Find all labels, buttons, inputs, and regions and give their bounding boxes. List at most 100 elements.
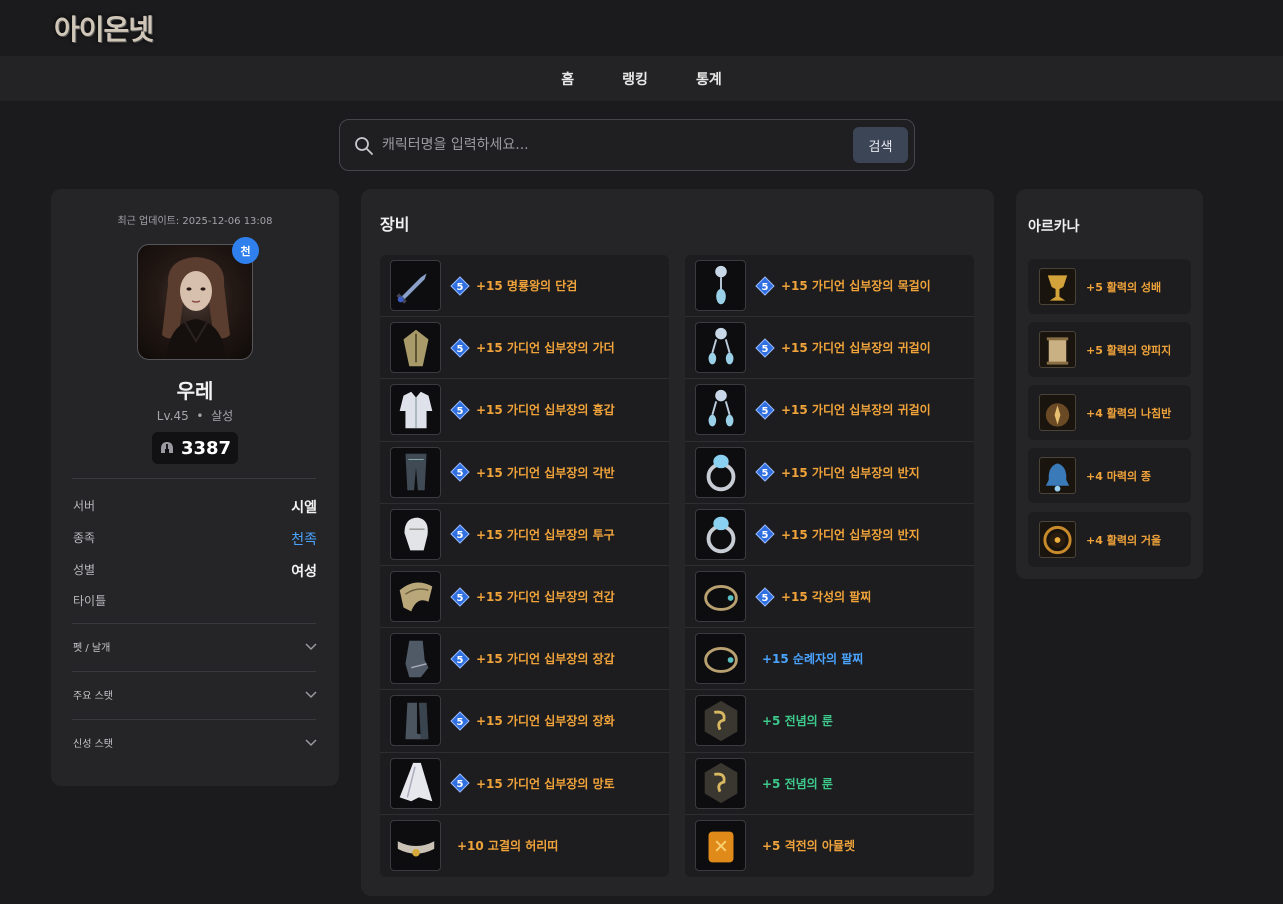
equipment-item-icon bbox=[390, 384, 441, 436]
arcana-panel: 아르카나 +5 활력의 성배 +5 활력의 양피지 +4 활력의 나침반 +4 마력의… bbox=[1016, 189, 1203, 579]
arcana-item[interactable]: +4 활력의 거울 bbox=[1028, 512, 1191, 567]
equipment-slot[interactable]: 5 +15 가디언 십부장의 반지 bbox=[685, 442, 974, 504]
info-label: 서버 bbox=[73, 499, 96, 513]
equipment-item-icon bbox=[390, 322, 441, 374]
info-label: 종족 bbox=[73, 531, 96, 545]
equipment-slot[interactable]: 5 +15 각성의 팔찌 bbox=[685, 566, 974, 629]
equipment-slot[interactable]: 5 +15 가디언 십부장의 각반 bbox=[380, 442, 669, 504]
equipment-item-name: +15 가디언 십부장의 귀걸이 bbox=[781, 403, 931, 418]
enchant-badge-icon: 5 bbox=[450, 773, 470, 793]
info-row-gender: 성별 여성 bbox=[73, 561, 317, 581]
arcana-item[interactable]: +4 활력의 나침반 bbox=[1028, 385, 1191, 440]
site-logo[interactable]: 아이온넷 bbox=[54, 8, 154, 48]
equipment-item-name: +15 가디언 십부장의 가더 bbox=[476, 341, 615, 356]
equipment-item-icon bbox=[390, 820, 441, 872]
accordion-main-stats[interactable]: 주요 스탯 bbox=[73, 687, 317, 702]
combat-power-badge: 3387 bbox=[152, 432, 238, 464]
equipment-slot[interactable]: 5 +15 가디언 십부장의 장갑 bbox=[380, 628, 669, 691]
equipment-slot[interactable]: 5 +15 가디언 십부장의 가더 bbox=[380, 317, 669, 380]
equipment-item-name: +5 전념의 룬 bbox=[762, 776, 833, 791]
equipment-panel: 장비 5 +15 명룡왕의 단검 5 +15 가디언 십부장의 가더 5 +15 가디언 … bbox=[361, 189, 994, 896]
necklace-icon bbox=[714, 265, 727, 304]
equipment-slot[interactable]: 5 +15 가디언 십부장의 반지 bbox=[685, 504, 974, 566]
equipment-slot[interactable]: 5 +15 가디언 십부장의 투구 bbox=[380, 504, 669, 566]
nav-item-stats[interactable]: 통계 bbox=[696, 69, 722, 89]
arcana-item[interactable]: +4 마력의 종 bbox=[1028, 448, 1191, 503]
enchant-badge-icon: 5 bbox=[755, 524, 775, 545]
equipment-slot[interactable]: 5 +15 가디언 십부장의 귀걸이 bbox=[685, 379, 974, 442]
helmet-icon bbox=[403, 518, 428, 551]
equipment-item-name: +15 가디언 십부장의 각반 bbox=[476, 465, 615, 480]
svg-text:5: 5 bbox=[457, 779, 464, 790]
equipment-item-name: +5 전념의 룬 bbox=[762, 714, 833, 729]
equipment-item-icon bbox=[695, 695, 746, 747]
leg-armor-icon bbox=[404, 453, 427, 491]
equipment-slot[interactable]: +15 순례자의 팔찌 bbox=[685, 628, 974, 691]
equipment-item-name: +15 가디언 십부장의 반지 bbox=[781, 527, 920, 542]
divider bbox=[72, 623, 316, 624]
rune-icon bbox=[704, 762, 737, 804]
compass-icon bbox=[1045, 402, 1070, 427]
search-button[interactable]: 검색 bbox=[853, 127, 908, 163]
equipment-slot[interactable]: +5 전념의 룬 bbox=[685, 690, 974, 753]
equipment-slot[interactable]: 5 +15 명룡왕의 단검 bbox=[380, 255, 669, 318]
divider bbox=[72, 671, 316, 672]
equipment-slot[interactable]: 5 +15 가디언 십부장의 장화 bbox=[380, 690, 669, 753]
combat-power-value: 3387 bbox=[180, 437, 232, 459]
equipment-slot[interactable]: 5 +15 가디언 십부장의 목걸이 bbox=[685, 255, 974, 318]
equipment-item-icon bbox=[695, 322, 746, 374]
equipment-item-name: +15 가디언 십부장의 반지 bbox=[781, 465, 920, 480]
enchant-badge-icon: 5 bbox=[755, 275, 775, 296]
equipment-item-icon bbox=[695, 571, 746, 623]
equipment-slot[interactable]: +10 고결의 허리띠 bbox=[380, 815, 669, 877]
nav-item-home[interactable]: 홈 bbox=[561, 69, 574, 89]
cape-icon bbox=[399, 762, 432, 802]
enchant-badge-icon: 5 bbox=[450, 524, 470, 545]
arcana-title: 아르카나 bbox=[1028, 219, 1080, 235]
nav-item-ranking[interactable]: 랭킹 bbox=[622, 69, 648, 89]
character-search-input[interactable] bbox=[382, 132, 842, 158]
equipment-slot[interactable]: 5 +15 가디언 십부장의 흉갑 bbox=[380, 379, 669, 442]
svg-text:5: 5 bbox=[762, 282, 769, 293]
equipment-item-name: +15 가디언 십부장의 투구 bbox=[476, 527, 615, 542]
amulet-icon bbox=[708, 831, 733, 863]
info-row-title: 타이틀 bbox=[73, 592, 317, 609]
divider bbox=[72, 719, 316, 720]
equipment-slot[interactable]: +5 전념의 룬 bbox=[685, 753, 974, 815]
equipment-item-name: +5 격전의 아뮬렛 bbox=[762, 839, 856, 854]
equipment-item-name: +15 가디언 십부장의 목걸이 bbox=[781, 279, 931, 294]
scroll-icon bbox=[1046, 336, 1069, 365]
boots-icon bbox=[404, 702, 428, 740]
arcana-item-icon bbox=[1039, 268, 1076, 305]
earring-icon bbox=[708, 389, 733, 427]
arcana-item[interactable]: +5 활력의 양피지 bbox=[1028, 322, 1191, 377]
enchant-badge-icon: 5 bbox=[450, 649, 470, 669]
svg-text:5: 5 bbox=[762, 344, 769, 355]
equipment-item-name: +15 가디언 십부장의 귀걸이 bbox=[781, 341, 931, 356]
character-level-class: Lv.45 • 살성 bbox=[51, 407, 339, 424]
bell-icon bbox=[1045, 462, 1070, 492]
equipment-item-name: +15 순례자의 팔찌 bbox=[762, 652, 864, 667]
dagger-icon bbox=[395, 273, 427, 304]
arcana-item[interactable]: +5 활력의 성배 bbox=[1028, 259, 1191, 314]
equipment-item-name: +15 가디언 십부장의 장갑 bbox=[476, 652, 615, 667]
equipment-item-icon bbox=[695, 260, 746, 312]
guarder-icon bbox=[403, 329, 428, 367]
equipment-slot[interactable]: 5 +15 가디언 십부장의 귀걸이 bbox=[685, 317, 974, 380]
equipment-item-name: +15 명룡왕의 단검 bbox=[476, 279, 578, 294]
equipment-slot[interactable]: 5 +15 가디언 십부장의 견갑 bbox=[380, 566, 669, 629]
equipment-column-left: 5 +15 명룡왕의 단검 5 +15 가디언 십부장의 가더 5 +15 가디언 십부장… bbox=[380, 255, 669, 877]
accordion-pet-wings[interactable]: 펫 / 날개 bbox=[73, 639, 317, 654]
equipment-item-icon bbox=[390, 260, 441, 312]
equipment-slot[interactable]: +5 격전의 아뮬렛 bbox=[685, 815, 974, 877]
info-value: 시엘 bbox=[291, 500, 317, 516]
shoulder-armor-icon bbox=[399, 581, 432, 611]
accordion-divine-stats[interactable]: 신성 스탯 bbox=[73, 735, 317, 750]
arcana-item-name: +4 활력의 거울 bbox=[1086, 533, 1162, 547]
info-row-race: 종족 천족 bbox=[73, 529, 317, 549]
equipment-slot[interactable]: 5 +15 가디언 십부장의 망토 bbox=[380, 753, 669, 815]
info-value: 천족 bbox=[291, 532, 317, 548]
svg-text:5: 5 bbox=[457, 468, 464, 479]
enchant-badge-icon: 5 bbox=[755, 400, 775, 420]
equipment-item-icon bbox=[390, 571, 441, 623]
